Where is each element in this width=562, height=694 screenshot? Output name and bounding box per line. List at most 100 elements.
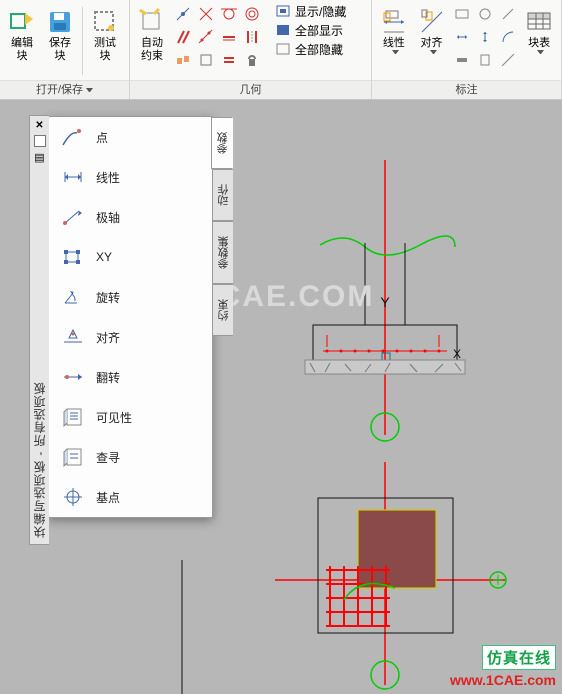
palette-tab-paramsets[interactable]: 参数集 (212, 221, 233, 284)
param-polar-button[interactable]: 极轴 (49, 197, 212, 237)
param-rotate-button[interactable]: 旋转 (49, 277, 212, 317)
param-point-button[interactable]: 点 (49, 117, 212, 157)
block-authoring-palette: ✕ ▤ 块编写选项板 - 所有选项板 点 线性 极轴 XY 旋转 对齐 (48, 116, 213, 518)
constraint-symmetric-icon[interactable] (241, 26, 263, 48)
constraint-mini-grid (172, 3, 263, 79)
palette-pin-icon[interactable] (34, 135, 46, 147)
palette-tab-parameters[interactable]: 参数 (211, 117, 233, 169)
save-block-button[interactable]: 保存 块 (42, 3, 78, 79)
param-flip-button[interactable]: 翻转 (49, 357, 212, 397)
dim-mini-3-icon[interactable] (497, 3, 519, 25)
show-hide-label: 显示/隐藏 (295, 3, 346, 20)
param-xy-label: XY (96, 250, 112, 264)
hide-all-constraints-button[interactable]: 全部隐藏 (271, 41, 350, 58)
ribbon-group-open-save: 编辑 块 保存 块 测试 块 打开/保存 (0, 0, 130, 99)
show-all-constraints-button[interactable]: 全部显示 (271, 22, 350, 39)
ribbon-group-dimension: 线性 对齐 块表 (372, 0, 562, 99)
palette-tool-list: 点 线性 极轴 XY 旋转 对齐 翻转 可见性 (49, 117, 212, 517)
param-rotate-label: 旋转 (96, 289, 120, 306)
constraint-concentric-icon[interactable] (241, 3, 263, 25)
constraint-smooth-icon[interactable] (195, 49, 217, 71)
rotate-icon (60, 286, 86, 308)
constraint-visibility-col: 显示/隐藏 全部显示 全部隐藏 (271, 3, 350, 79)
dim-mini-4-icon[interactable] (451, 26, 473, 48)
param-polar-label: 极轴 (96, 209, 120, 226)
constraint-coincident-icon[interactable] (172, 3, 194, 25)
ribbon-title-dimension: 标注 (372, 80, 561, 99)
param-align-button[interactable]: 对齐 (49, 317, 212, 357)
point-icon (60, 126, 86, 148)
param-linear-label: 线性 (96, 169, 120, 186)
constraint-fix-icon[interactable] (241, 49, 263, 71)
palette-close-icon[interactable]: ✕ (35, 120, 43, 131)
param-lookup-button[interactable]: 查寻 (49, 437, 212, 477)
param-visibility-button[interactable]: 可见性 (49, 397, 212, 437)
svg-text:Y: Y (380, 294, 390, 310)
basepoint-icon (60, 486, 86, 508)
param-xy-button[interactable]: XY (49, 237, 212, 277)
palette-handle[interactable]: ✕ ▤ 块编写选项板 - 所有选项板 (29, 115, 49, 545)
visibility-icon (60, 406, 86, 428)
param-point-label: 点 (96, 129, 108, 146)
param-linear-button[interactable]: 线性 (49, 157, 212, 197)
dim-mini-8-icon[interactable] (474, 49, 496, 71)
svg-text:X: X (453, 347, 461, 361)
lookup-icon (60, 446, 86, 468)
constraint-parallel-icon[interactable] (172, 26, 194, 48)
dim-mini-9-icon[interactable] (497, 49, 519, 71)
table-icon (524, 7, 554, 37)
dim-linear-button[interactable]: 线性 (376, 3, 412, 79)
constraint-vertical-icon[interactable] (172, 49, 194, 71)
edit-block-icon (7, 7, 37, 37)
ribbon: 编辑 块 保存 块 测试 块 打开/保存 (0, 0, 562, 100)
save-block-icon (45, 7, 75, 37)
dim-align-icon (417, 7, 447, 37)
align-icon (60, 326, 86, 348)
palette-tab-constraints[interactable]: 约束 (212, 284, 233, 336)
auto-constrain-icon (137, 7, 167, 37)
palette-side-tabs: 参数 动作 参数集 约束 (212, 117, 233, 336)
auto-constrain-button[interactable]: 自动 约束 (134, 3, 170, 79)
test-block-icon (90, 7, 120, 37)
dim-mini-grid (451, 3, 519, 79)
dim-align-label: 对齐 (421, 37, 443, 50)
param-basepoint-label: 基点 (96, 489, 120, 506)
dim-mini-6-icon[interactable] (497, 26, 519, 48)
constraint-horizontal-icon[interactable] (218, 26, 240, 48)
save-block-label: 保存 块 (49, 37, 71, 63)
param-basepoint-button[interactable]: 基点 (49, 477, 212, 517)
constraint-tangent-icon[interactable] (218, 3, 240, 25)
palette-tab-actions[interactable]: 动作 (212, 169, 233, 221)
param-flip-label: 翻转 (96, 369, 120, 386)
ribbon-title-open-save: 打开/保存 (0, 80, 129, 99)
palette-menu-icon[interactable]: ▤ (34, 151, 44, 164)
brand-url: www.1CAE.com (450, 672, 556, 688)
constraint-perpendicular-icon[interactable] (195, 3, 217, 25)
constraint-equal-icon[interactable] (218, 49, 240, 71)
edit-block-button[interactable]: 编辑 块 (4, 3, 40, 79)
dim-linear-label: 线性 (383, 37, 405, 50)
param-align-label: 对齐 (96, 329, 120, 346)
auto-constrain-label: 自动 约束 (141, 37, 163, 63)
brand-badge: 仿真在线 (482, 645, 556, 670)
dim-mini-7-icon[interactable] (451, 49, 473, 71)
show-hide-constraints-button[interactable]: 显示/隐藏 (271, 3, 350, 20)
dim-mini-1-icon[interactable] (451, 3, 473, 25)
test-block-button[interactable]: 测试 块 (87, 3, 123, 79)
ribbon-group-geometry: 自动 约束 显示/隐藏 (130, 0, 372, 99)
xy-icon (60, 246, 86, 268)
dim-block-table-label: 块表 (528, 37, 550, 50)
linear-icon (60, 166, 86, 188)
dim-mini-2-icon[interactable] (474, 3, 496, 25)
dim-mini-5-icon[interactable] (474, 26, 496, 48)
hide-all-label: 全部隐藏 (295, 41, 343, 58)
palette-title: 块编写选项板 - 所有选项板 (31, 168, 48, 544)
test-block-label: 测试 块 (94, 37, 116, 63)
param-visibility-label: 可见性 (96, 409, 132, 426)
edit-block-label: 编辑 块 (11, 37, 33, 63)
dim-align-button[interactable]: 对齐 (414, 3, 450, 79)
flip-icon (60, 366, 86, 388)
constraint-collinear-icon[interactable] (195, 26, 217, 48)
dim-block-table-button[interactable]: 块表 (521, 3, 557, 79)
polar-icon (60, 206, 86, 228)
